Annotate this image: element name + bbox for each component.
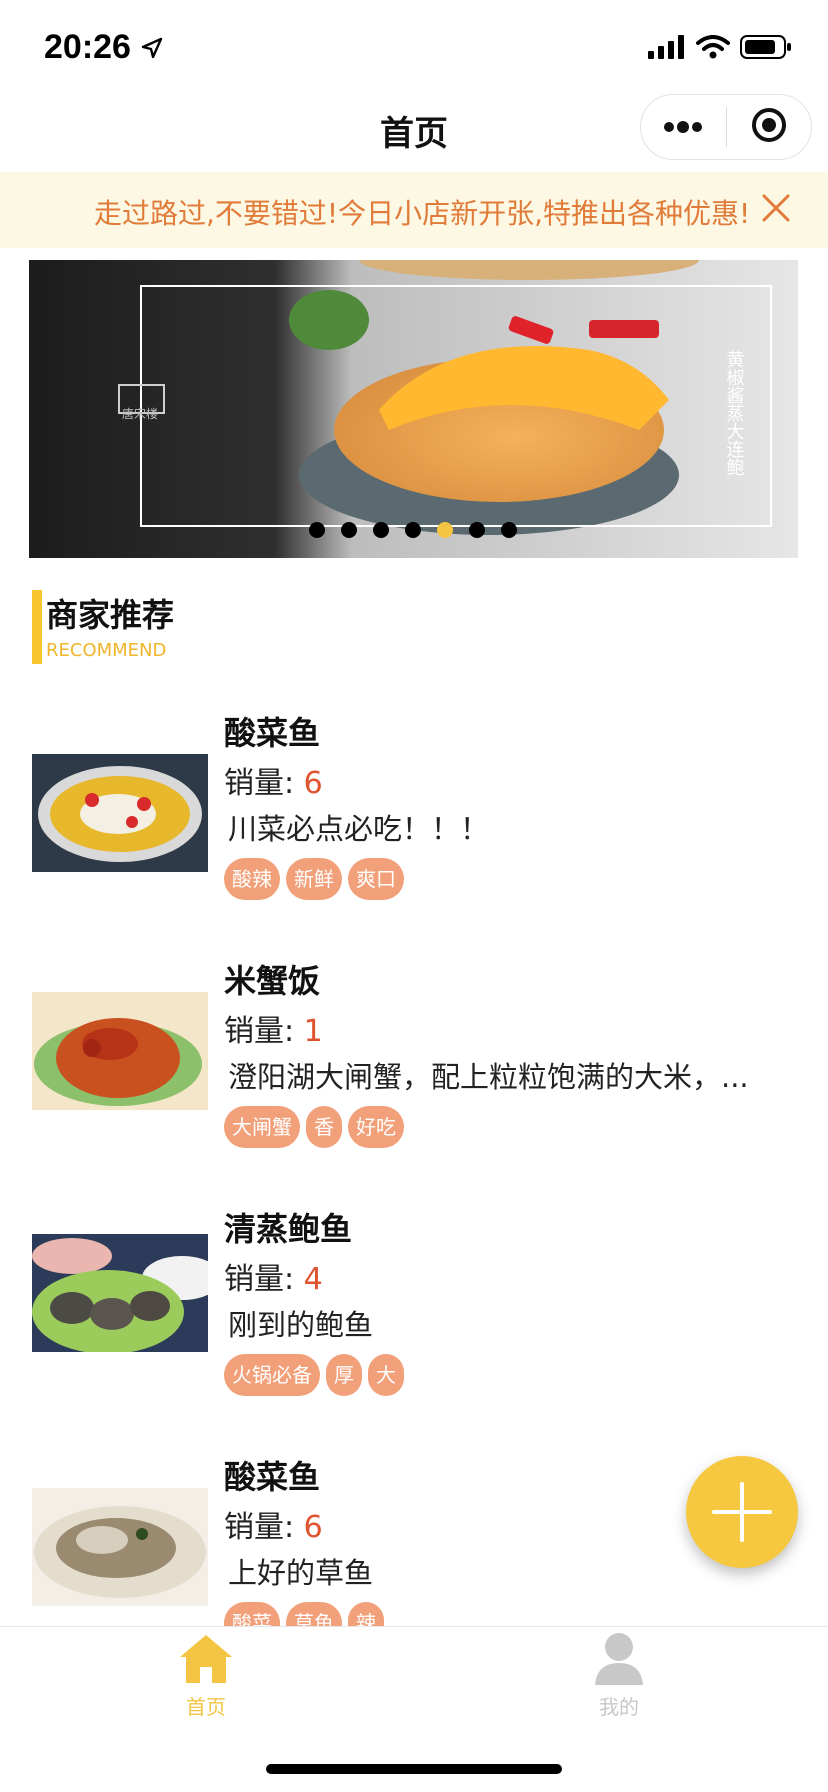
sales-label: 销量: [224,766,304,801]
dish-tag: 大闸蟹 [224,1106,300,1148]
dish-name: 米蟹饭 [224,962,321,1000]
sales-count: 6 [303,766,323,801]
dish-tag: 好吃 [348,1106,404,1148]
location-arrow-icon [140,36,164,64]
section-subtitle: RECOMMEND [46,640,167,661]
add-button[interactable] [686,1456,798,1568]
sales-count: 6 [303,1510,323,1545]
dish-image [32,992,208,1110]
dish-tags: 酸辣 新鲜 爽口 [224,858,404,900]
sales-label: 销量: [224,1014,304,1049]
dish-tag: 酸辣 [224,858,280,900]
status-time: 20:26 [44,28,131,66]
miniprogram-capsule [640,94,812,160]
dish-sales: 销量: 6 [224,758,323,802]
sales-label: 销量: [224,1510,304,1545]
dish-name: 清蒸鲍鱼 [224,1210,353,1248]
carousel-dot[interactable] [309,522,325,538]
signal-icon [648,35,686,63]
sales-count: 1 [303,1014,323,1049]
dish-tags: 酸菜 草鱼 辣 [224,1602,384,1626]
dish-image [32,1488,208,1606]
banner-logo-caption: 唐宋楼 [121,407,158,421]
svg-text:黄椒酱蒸大连鲍: 黄椒酱蒸大连鲍 [724,350,745,476]
carousel-dot[interactable] [341,522,357,538]
tab-home[interactable]: 首页 [126,1631,286,1720]
carousel-dot[interactable] [469,522,485,538]
dish-item[interactable]: 清蒸鲍鱼 销量: 4 刚到的鲍鱼 火锅必备 厚 大 [0,1204,828,1434]
close-miniprogram-icon [751,107,787,147]
dish-description: 川菜必点必吃！！！ [228,812,490,846]
navigation-bar: 首页 [0,86,828,172]
dish-tag: 厚 [326,1354,362,1396]
dish-tag: 辣 [348,1602,384,1626]
dish-name: 酸菜鱼 [224,1458,321,1496]
more-button[interactable] [641,95,726,159]
carousel-dot-active[interactable] [437,522,453,538]
dish-tag: 大 [368,1354,404,1396]
dish-image [32,754,208,872]
dish-tag: 酸菜 [224,1602,280,1626]
dish-description: 澄阳湖大闸蟹，配上粒粒饱满的大米，... [228,1060,749,1094]
carousel-dot[interactable] [373,522,389,538]
status-bar: 20:26 [0,0,828,96]
carousel-dot[interactable] [501,522,517,538]
carousel-indicators [309,522,517,538]
dish-sales: 销量: 1 [224,1006,323,1050]
dish-tag: 新鲜 [286,858,342,900]
notice-bar: 走过路过,不要错过!今日小店新开张,特推出各种优惠! [0,172,828,248]
battery-icon [740,34,792,64]
plus-icon [710,1480,774,1548]
dish-tags: 大闸蟹 香 好吃 [224,1106,404,1148]
wifi-icon [696,35,730,63]
dish-item[interactable]: 米蟹饭 销量: 1 澄阳湖大闸蟹，配上粒粒饱满的大米，... 大闸蟹 香 好吃 [0,956,828,1186]
tab-label-mine: 我的 [599,1695,639,1719]
dish-tag: 火锅必备 [224,1354,320,1396]
dish-sales: 销量: 4 [224,1254,323,1298]
tab-label-home: 首页 [186,1695,226,1719]
dish-tag: 香 [306,1106,342,1148]
dish-item[interactable]: 酸菜鱼 销量: 6 川菜必点必吃！！！ 酸辣 新鲜 爽口 [0,708,828,938]
dish-sales: 销量: 6 [224,1502,323,1546]
tab-mine[interactable]: 我的 [539,1631,699,1720]
dish-description: 刚到的鲍鱼 [228,1308,374,1342]
more-icon [663,118,703,137]
home-indicator [266,1764,562,1774]
dish-tag: 草鱼 [286,1602,342,1626]
screen: 20:26 首页 走过路过,不要错过!今日小店新开张,特推出各种优惠! 黄椒酱蒸… [0,0,828,1792]
sales-label: 销量: [224,1262,304,1297]
close-icon[interactable] [760,192,792,224]
sales-count: 4 [303,1262,323,1297]
dish-description: 上好的草鱼 [228,1556,374,1590]
close-miniprogram-button[interactable] [727,95,812,159]
section-accent-bar [32,590,42,664]
notice-text: 走过路过,不要错过!今日小店新开张,特推出各种优惠! [94,197,746,230]
carousel-dot[interactable] [405,522,421,538]
dish-tags: 火锅必备 厚 大 [224,1354,404,1396]
dish-name: 酸菜鱼 [224,714,321,752]
status-icons [648,34,792,64]
section-title: 商家推荐 [46,596,175,634]
dish-tag: 爽口 [348,858,404,900]
dish-image [32,1234,208,1352]
home-icon [176,1635,236,1691]
user-icon [593,1633,645,1691]
